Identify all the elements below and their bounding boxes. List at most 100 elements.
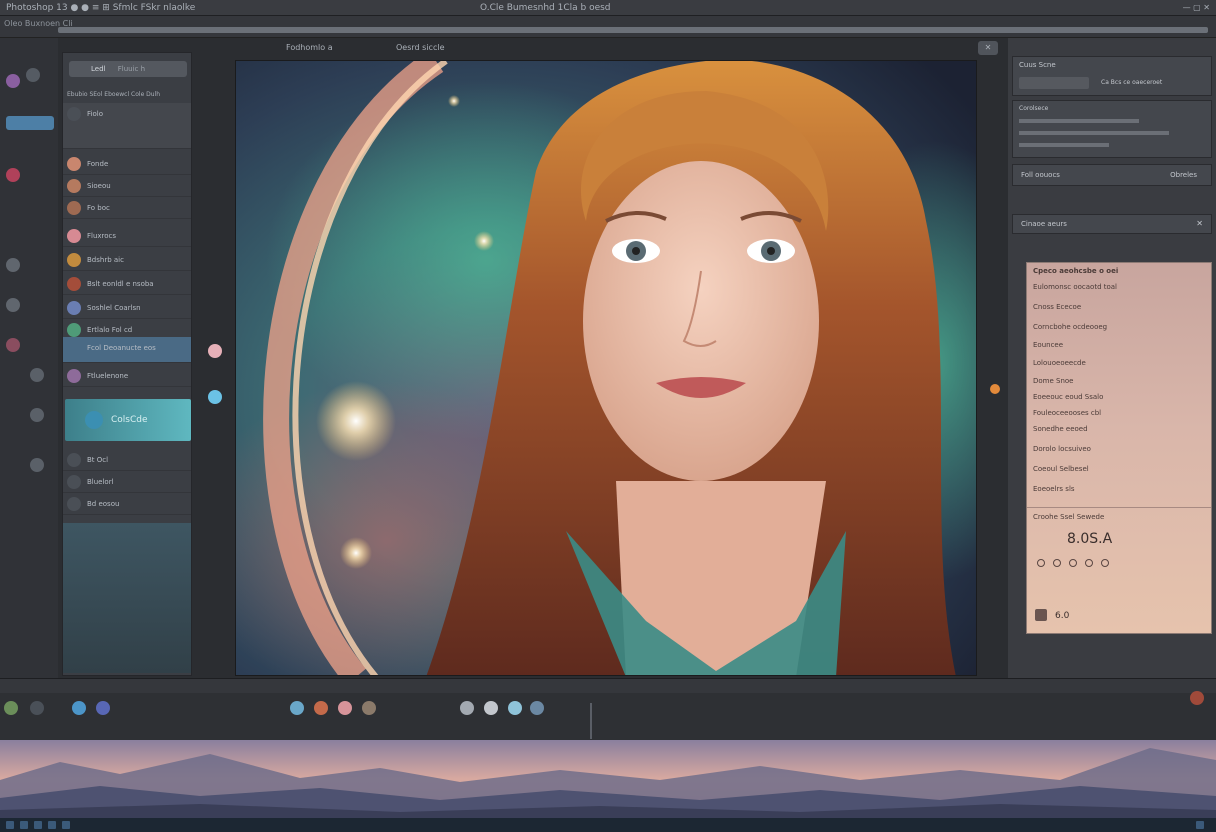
props-row: Sonedhe eeoed xyxy=(1033,425,1088,433)
lock-icon[interactable] xyxy=(1035,609,1047,621)
icon-row xyxy=(1037,559,1197,569)
titlebar-left-text: Photoshop 13 ● ● ≡ ⊞ Sfmlc FSkr nlaolke xyxy=(6,3,196,13)
layer-icon[interactable] xyxy=(96,701,110,715)
props-row: Eouncee xyxy=(1033,341,1064,349)
option-icon[interactable] xyxy=(1037,559,1045,567)
props-row: Dorolo locsuiveo xyxy=(1033,445,1091,453)
menu-bar: Oleo Buxnoen Cli xyxy=(0,16,1216,38)
text-icon[interactable] xyxy=(30,368,44,382)
hand-icon[interactable] xyxy=(30,458,44,472)
zoom-icon[interactable] xyxy=(6,298,20,312)
layer-icon[interactable] xyxy=(362,701,376,715)
taskbar-app-icon[interactable] xyxy=(62,821,70,829)
options-strip[interactable] xyxy=(58,27,1208,33)
tab-document-1[interactable]: Fodhomlo a xyxy=(286,38,333,58)
active-layer-card[interactable]: ColsCde xyxy=(65,399,191,441)
props-row: Corncbohe ocdeooeg xyxy=(1033,323,1108,331)
taskbar-app-icon[interactable] xyxy=(20,821,28,829)
image-canvas[interactable] xyxy=(235,60,977,676)
list-item[interactable]: Bt Ocl xyxy=(63,449,191,471)
list-item[interactable]: Fluxrocs xyxy=(63,225,191,247)
background-landscape xyxy=(0,740,1216,818)
fill-icon[interactable] xyxy=(6,338,20,352)
props-row: Dome Snoe xyxy=(1033,377,1074,385)
list-item[interactable]: Fonde xyxy=(63,153,191,175)
playhead[interactable] xyxy=(590,703,592,739)
tray-icon[interactable] xyxy=(1196,821,1204,829)
list-item[interactable]: Sioeou xyxy=(63,175,191,197)
close-icon[interactable]: ✕ xyxy=(1196,219,1203,228)
list-item-selected[interactable]: Fcol Deoanucte eos xyxy=(63,337,191,363)
titlebar-center-text: O.Cle Bumesnhd 1Cla b oesd xyxy=(480,3,611,13)
section-bar[interactable]: Cinaoe aeurs ✕ xyxy=(1012,214,1212,234)
dropdown-field[interactable] xyxy=(1019,77,1089,89)
slider[interactable] xyxy=(1019,131,1169,135)
value-small: 6.0 xyxy=(1055,611,1070,621)
option-icon[interactable] xyxy=(1085,559,1093,567)
layer-icon[interactable] xyxy=(290,701,304,715)
list-item[interactable]: Soshlel Coarlsn xyxy=(63,297,191,319)
mountain-scene xyxy=(0,740,1216,818)
layer-thumb-icon xyxy=(67,277,81,291)
layer-thumb-icon xyxy=(67,201,81,215)
timeline-ruler[interactable] xyxy=(0,679,1216,693)
divider xyxy=(1027,507,1211,508)
layers-panel: Ledl Fluuic h Ebubio SEol Eboewcl Cole D… xyxy=(62,52,192,676)
layer-preview-area xyxy=(63,523,191,673)
move-icon[interactable] xyxy=(26,68,40,82)
props-row: Eoeoelrs sls xyxy=(1033,485,1075,493)
section-bar[interactable]: Foll oouocs Obreles xyxy=(1012,164,1212,186)
list-item[interactable]: Fo boc xyxy=(63,197,191,219)
props-row: Fouleoceeooses cbl xyxy=(1033,409,1102,417)
play-icon[interactable] xyxy=(4,701,18,715)
layer-icon[interactable] xyxy=(508,701,522,715)
step-icon[interactable] xyxy=(30,701,44,715)
properties-header: Cuus Scne Ca Bcs ce oaeceroet xyxy=(1012,56,1212,96)
window-controls[interactable]: — ▢ ✕ xyxy=(1120,0,1210,16)
shape-icon[interactable] xyxy=(30,408,44,422)
layer-icon[interactable] xyxy=(460,701,474,715)
os-taskbar xyxy=(0,818,1216,832)
layer-thumb-icon xyxy=(67,475,81,489)
brush-icon[interactable] xyxy=(6,74,20,88)
layer-icon[interactable] xyxy=(338,701,352,715)
layer-thumb-icon xyxy=(67,369,81,383)
close-icon[interactable]: ✕ xyxy=(978,41,998,55)
layer-icon[interactable] xyxy=(530,701,544,715)
record-icon[interactable] xyxy=(1190,691,1204,705)
list-item[interactable]: Bslt eonldl e nsoba xyxy=(63,273,191,295)
selected-tool[interactable] xyxy=(6,116,54,130)
list-item[interactable]: Bd eosou xyxy=(63,493,191,515)
handle-icon[interactable] xyxy=(990,384,1000,394)
properties-panel: Cpeco aeohcsbe o oei Eulomonsc oocaotd t… xyxy=(1026,262,1212,634)
panel-title: Cuus Scne xyxy=(1019,61,1056,69)
layer-icon[interactable] xyxy=(484,701,498,715)
color-swatch-icon[interactable] xyxy=(208,390,222,404)
slider[interactable] xyxy=(1019,143,1109,147)
layer-thumb-icon xyxy=(67,179,81,193)
layer-search-input[interactable]: Ledl Fluuic h xyxy=(69,61,187,77)
option-icon[interactable] xyxy=(1069,559,1077,567)
taskbar-app-icon[interactable] xyxy=(48,821,56,829)
layers-header: Ebubio SEol Eboewcl Cole Dulh xyxy=(67,91,161,98)
color-picker-icon[interactable] xyxy=(6,168,20,182)
window-titlebar: Photoshop 13 ● ● ≡ ⊞ Sfmlc FSkr nlaolke … xyxy=(0,0,1216,16)
artwork-portrait xyxy=(236,61,976,675)
start-icon[interactable] xyxy=(6,821,14,829)
list-item[interactable]: Ftluelenone xyxy=(63,365,191,387)
taskbar-app-icon[interactable] xyxy=(34,821,42,829)
slider[interactable] xyxy=(1019,119,1139,123)
color-swatch-icon[interactable] xyxy=(208,344,222,358)
timeline-bar xyxy=(0,678,1216,740)
app-title: Oleo Buxnoen Cli xyxy=(4,19,73,28)
tab-document-2[interactable]: Oesrd siccle xyxy=(396,38,445,58)
layer-icon[interactable] xyxy=(314,701,328,715)
list-item[interactable]: Bluelorl xyxy=(63,471,191,493)
layer-group[interactable]: Fiolo xyxy=(63,103,191,149)
option-icon[interactable] xyxy=(1053,559,1061,567)
panel-line: Ca Bcs ce oaeceroet xyxy=(1101,79,1163,86)
layer-icon[interactable] xyxy=(72,701,86,715)
eraser-icon[interactable] xyxy=(6,258,20,272)
option-icon[interactable] xyxy=(1101,559,1109,567)
list-item[interactable]: Bdshrb aic xyxy=(63,249,191,271)
